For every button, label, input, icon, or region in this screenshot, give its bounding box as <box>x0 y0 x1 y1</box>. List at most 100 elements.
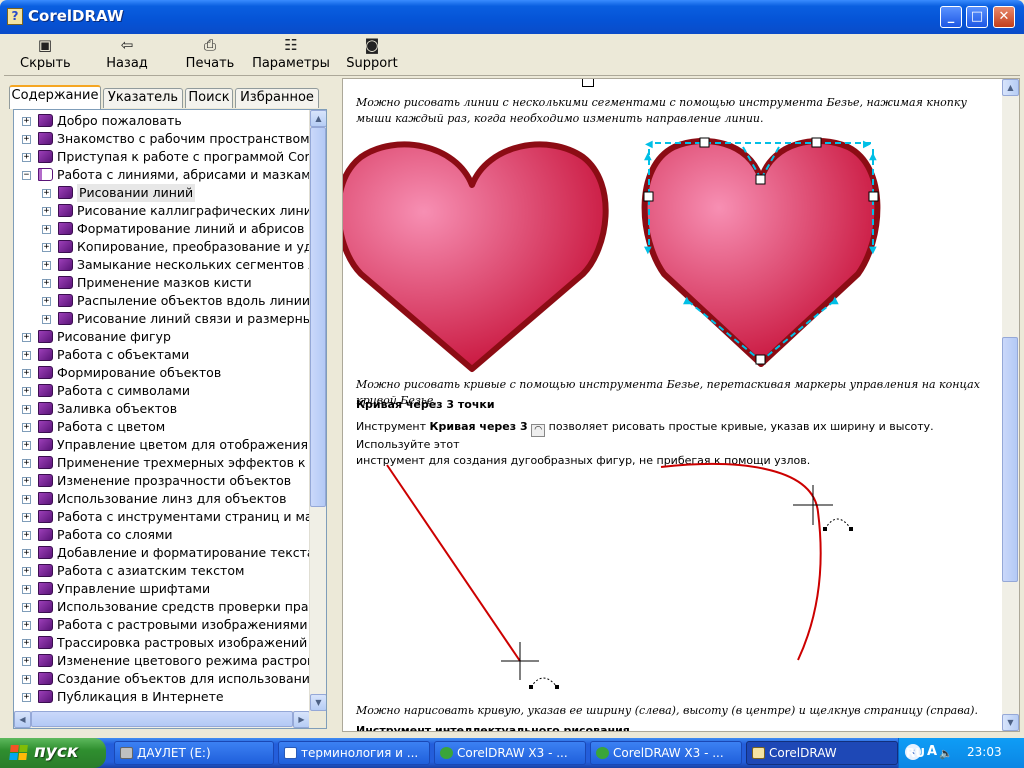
tree-item[interactable]: + Работа с объектами <box>14 346 310 364</box>
tree-vertical-scrollbar[interactable]: ▲ ▼ <box>309 110 326 711</box>
tree-item[interactable]: + Работа с азиатским текстом <box>14 562 310 580</box>
tree-item[interactable]: + Работа со слоями <box>14 526 310 544</box>
expand-icon[interactable]: + <box>22 387 31 396</box>
tree-item[interactable]: + Работа с символами <box>14 382 310 400</box>
scroll-thumb[interactable] <box>31 711 293 727</box>
expand-icon[interactable]: + <box>22 693 31 702</box>
tree-item[interactable]: + Заливка объектов <box>14 400 310 418</box>
tree-item[interactable]: + Работа с растровыми изображениями <box>14 616 310 634</box>
expand-icon[interactable]: + <box>42 189 51 198</box>
tree-horizontal-scrollbar[interactable]: ◀ ▶ <box>14 711 310 728</box>
tree-item[interactable]: + Замыкание нескольких сегментов лин <box>14 256 310 274</box>
support-button[interactable]: ◙ Support <box>344 36 400 71</box>
expand-icon[interactable]: + <box>42 225 51 234</box>
tree-item[interactable]: + Рисовании линий <box>14 184 310 202</box>
expand-icon[interactable]: + <box>22 603 31 612</box>
tree-item[interactable]: + Форматирование линий и абрисов <box>14 220 310 238</box>
expand-icon[interactable]: + <box>22 549 31 558</box>
tab-contents[interactable]: Содержание <box>9 85 101 109</box>
expand-icon[interactable]: + <box>22 333 31 342</box>
expand-icon[interactable]: + <box>42 279 51 288</box>
tree-item[interactable]: + Управление шрифтами <box>14 580 310 598</box>
expand-icon[interactable]: + <box>42 315 51 324</box>
expand-icon[interactable]: + <box>22 441 31 450</box>
tree-item[interactable]: + Изменение прозрачности объектов <box>14 472 310 490</box>
scroll-up-icon[interactable]: ▲ <box>310 110 326 127</box>
expand-icon[interactable]: + <box>22 117 31 126</box>
expand-icon[interactable]: + <box>22 153 31 162</box>
expand-icon[interactable]: + <box>22 675 31 684</box>
expand-icon[interactable]: + <box>22 657 31 666</box>
tree-item[interactable]: + Трассировка растровых изображений и р <box>14 634 310 652</box>
expand-icon[interactable]: + <box>42 207 51 216</box>
expand-icon[interactable]: + <box>22 495 31 504</box>
clock[interactable]: 23:03 <box>967 745 1002 759</box>
contents-tree[interactable]: + Добро пожаловать + Знакомство с рабочим п… <box>14 110 310 711</box>
taskbar-item-help[interactable]: CorelDRAW <box>746 741 898 765</box>
collapse-icon[interactable]: − <box>22 171 31 180</box>
tab-favorites[interactable]: Избранное <box>235 88 319 108</box>
expand-icon[interactable]: + <box>42 297 51 306</box>
expand-icon[interactable]: + <box>22 639 31 648</box>
expand-icon[interactable]: + <box>22 369 31 378</box>
tree-item[interactable]: + Рисование линий связи и размерных . <box>14 310 310 328</box>
expand-icon[interactable]: + <box>42 261 51 270</box>
tree-item[interactable]: + Рисование каллиграфических линий, л <box>14 202 310 220</box>
expand-icon[interactable]: + <box>22 423 31 432</box>
close-button[interactable]: ✕ <box>993 6 1015 28</box>
scroll-thumb[interactable] <box>1002 337 1018 582</box>
tree-item[interactable]: + Добро пожаловать <box>14 112 310 130</box>
content-vertical-scrollbar[interactable]: ▲ ▼ <box>1002 79 1019 731</box>
expand-icon[interactable]: + <box>22 621 31 630</box>
tree-item[interactable]: + Знакомство с рабочим пространством <box>14 130 310 148</box>
tree-item[interactable]: + Рисование фигур <box>14 328 310 346</box>
expand-icon[interactable]: + <box>22 531 31 540</box>
expand-icon[interactable]: + <box>42 243 51 252</box>
tab-search[interactable]: Поиск <box>185 88 233 108</box>
scroll-down-icon[interactable]: ▼ <box>1002 714 1019 731</box>
expand-icon[interactable]: + <box>22 459 31 468</box>
back-button[interactable]: ⇦ Назад <box>102 36 152 71</box>
taskbar-item-coreldraw-1[interactable]: CorelDRAW X3 - ... <box>434 741 586 765</box>
expand-icon[interactable]: + <box>22 351 31 360</box>
expand-icon[interactable]: + <box>22 405 31 414</box>
tree-item[interactable]: + Управление цветом для отображения, вво <box>14 436 310 454</box>
taskbar-item-word[interactable]: терминология и ... <box>278 741 430 765</box>
tree-item[interactable]: + Работа с цветом <box>14 418 310 436</box>
font-tray-icon[interactable]: A <box>927 744 937 759</box>
taskbar-item-drive[interactable]: ДАУЛЕТ (E:) <box>114 741 274 765</box>
tree-item[interactable]: + Использование средств проверки правоп <box>14 598 310 616</box>
expand-icon[interactable]: + <box>22 477 31 486</box>
tree-item[interactable]: + Применение трехмерных эффектов к объ <box>14 454 310 472</box>
expand-icon[interactable]: + <box>22 135 31 144</box>
tree-item[interactable]: + Работа с инструментами страниц и макет <box>14 508 310 526</box>
minimize-button[interactable]: _ <box>940 6 962 28</box>
language-indicator[interactable]: RU <box>906 746 925 760</box>
scroll-thumb[interactable] <box>310 127 326 507</box>
expand-icon[interactable]: + <box>22 585 31 594</box>
tree-item[interactable]: + Создание объектов для использования в <box>14 670 310 688</box>
tree-item[interactable]: + Изменение цветового режима растровых <box>14 652 310 670</box>
print-button[interactable]: ⎙ Печать <box>182 36 238 71</box>
tree-item[interactable]: + Копирование, преобразование и удало <box>14 238 310 256</box>
options-button[interactable]: ☷ Параметры <box>251 36 331 71</box>
tree-item[interactable]: + Публикация в Интернете <box>14 688 310 706</box>
tree-item[interactable]: + Приступая к работе с программой CorelD <box>14 148 310 166</box>
tree-item[interactable]: + Формирование объектов <box>14 364 310 382</box>
scroll-right-icon[interactable]: ▶ <box>293 711 310 728</box>
expand-icon[interactable]: + <box>22 567 31 576</box>
tree-item[interactable]: − Работа с линиями, абрисами и мазками к <box>14 166 310 184</box>
volume-icon[interactable]: 🔈 <box>939 747 953 760</box>
tree-item[interactable]: + Использование линз для объектов <box>14 490 310 508</box>
tree-item[interactable]: + Добавление и форматирование текста <box>14 544 310 562</box>
tree-item[interactable]: + Распыление объектов вдоль линии <box>14 292 310 310</box>
scroll-left-icon[interactable]: ◀ <box>14 711 31 728</box>
start-button[interactable]: пуск <box>0 738 106 768</box>
scroll-down-icon[interactable]: ▼ <box>310 694 326 711</box>
hide-button[interactable]: ▣ Скрыть <box>20 36 71 71</box>
maximize-button[interactable]: □ <box>966 6 988 28</box>
tree-item[interactable]: + Применение мазков кисти <box>14 274 310 292</box>
title-bar[interactable]: ? CorelDRAW _ □ ✕ <box>0 0 1024 34</box>
tab-index[interactable]: Указатель <box>103 88 183 108</box>
scroll-up-icon[interactable]: ▲ <box>1002 79 1019 96</box>
